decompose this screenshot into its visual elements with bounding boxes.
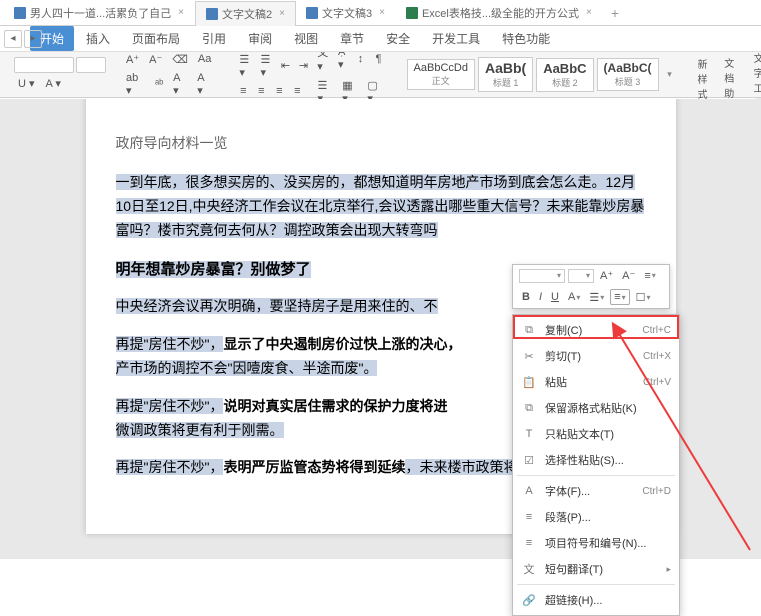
mini-shading[interactable]: ☐▾ xyxy=(633,290,654,305)
ctx-separator xyxy=(517,584,675,585)
menu-developer[interactable]: 开发工具 xyxy=(422,26,490,51)
menu-insert[interactable]: 插入 xyxy=(76,26,120,51)
document-tab-bar: 男人四十一道...活累负了自己 × 文字文稿2 × 文字文稿3 × Excel表… xyxy=(0,0,761,26)
align-right-button[interactable]: ≡ xyxy=(271,83,287,99)
tab-doc-1[interactable]: 男人四十一道...活累负了自己 × xyxy=(4,1,195,25)
ctx-hyperlink[interactable]: 🔗 超链接(H)... xyxy=(513,587,679,613)
menu-chapter[interactable]: 章节 xyxy=(330,26,374,51)
increase-font-button[interactable]: A⁺ xyxy=(122,51,143,68)
mini-list-dropdown[interactable]: ≡▾ xyxy=(641,269,658,283)
underline-button[interactable]: U ▾ xyxy=(14,75,39,92)
doc-icon xyxy=(306,7,318,19)
align-justify-button[interactable]: ≡ xyxy=(289,83,305,99)
context-menu: ⧉ 复制(C) Ctrl+C ✂ 剪切(T) Ctrl+X 📋 粘贴 Ctrl+… xyxy=(512,314,680,616)
close-icon[interactable]: × xyxy=(379,7,385,18)
tab-label: 文字文稿3 xyxy=(322,5,372,21)
mini-highlight[interactable]: ☰▾ xyxy=(586,290,607,305)
styles-more-button[interactable]: ▾ xyxy=(662,67,678,83)
paragraph-icon: ≡ xyxy=(521,510,537,524)
mini-bold[interactable]: B xyxy=(519,290,533,304)
tab-label: 文字文稿2 xyxy=(222,6,272,22)
ctx-paste[interactable]: 📋 粘贴 Ctrl+V xyxy=(513,369,679,395)
add-tab-button[interactable]: + xyxy=(603,5,627,21)
font-name-dropdown[interactable] xyxy=(14,57,74,73)
paste-special-icon: ☑ xyxy=(521,453,537,467)
tab-excel-1[interactable]: Excel表格技...级全能的开方公式 × xyxy=(396,1,603,25)
ctx-paste-text-only[interactable]: T 只粘贴文本(T) xyxy=(513,421,679,447)
ribbon-menu: ◂ ▸ 开始 插入 页面布局 引用 审阅 视图 章节 安全 开发工具 特色功能 xyxy=(0,26,761,52)
font-effects-2-button[interactable]: A ▾ xyxy=(193,70,215,99)
doc-icon xyxy=(14,7,26,19)
tab-label: Excel表格技...级全能的开方公式 xyxy=(422,5,579,21)
translate-icon: 文 xyxy=(521,562,537,576)
style-normal[interactable]: AaBbCcDd 正文 xyxy=(407,59,475,90)
ctx-paste-keep-format[interactable]: ⧉ 保留源格式粘贴(K) xyxy=(513,395,679,421)
numbering-icon: ≡ xyxy=(521,536,537,550)
menu-review[interactable]: 审阅 xyxy=(238,26,282,51)
link-icon: 🔗 xyxy=(521,593,537,607)
font-effects-button[interactable]: A ▾ xyxy=(169,70,191,99)
mini-increase-font[interactable]: A⁺ xyxy=(597,268,616,283)
mini-size-dropdown[interactable]: ▾ xyxy=(568,269,594,283)
mini-font-dropdown[interactable]: ▾ xyxy=(519,269,565,283)
change-case-button[interactable]: Aa xyxy=(194,51,215,68)
mini-font-color[interactable]: A▾ xyxy=(565,290,583,304)
ctx-cut[interactable]: ✂ 剪切(T) Ctrl+X xyxy=(513,343,679,369)
font-icon: A xyxy=(521,484,537,498)
menu-safety[interactable]: 安全 xyxy=(376,26,420,51)
copy-icon: ⧉ xyxy=(521,323,537,337)
excel-icon xyxy=(406,7,418,19)
paste-format-icon: ⧉ xyxy=(521,401,537,415)
font-color-button[interactable]: A ▾ xyxy=(42,75,65,92)
ctx-bullets-numbering[interactable]: ≡ 项目符号和编号(N)... xyxy=(513,530,679,556)
style-heading1[interactable]: AaBb( 标题 1 xyxy=(478,57,533,92)
ctx-copy[interactable]: ⧉ 复制(C) Ctrl+C xyxy=(513,317,679,343)
paragraph: 一到年底，很多想买房的、没买房的，都想知道明年房地产市场到底会怎么走。12月10… xyxy=(116,171,646,242)
ctx-paragraph[interactable]: ≡ 段落(P)... xyxy=(513,504,679,530)
menu-back[interactable]: ◂ xyxy=(4,30,22,48)
align-left-button[interactable]: ≡ xyxy=(235,83,251,99)
close-icon[interactable]: × xyxy=(279,8,285,19)
menu-pagelayout[interactable]: 页面布局 xyxy=(122,26,190,51)
tab-doc-2[interactable]: 文字文稿2 × xyxy=(195,1,296,27)
menu-references[interactable]: 引用 xyxy=(192,26,236,51)
mini-italic[interactable]: I xyxy=(536,290,545,304)
tab-doc-3[interactable]: 文字文稿3 × xyxy=(296,1,396,25)
menu-features[interactable]: 特色功能 xyxy=(492,26,560,51)
close-icon[interactable]: × xyxy=(586,7,592,18)
align-center-button[interactable]: ≡ xyxy=(253,83,269,99)
strikethrough-button[interactable]: ᵃᵇ xyxy=(151,70,167,99)
mini-underline[interactable]: U xyxy=(548,290,562,304)
ctx-font[interactable]: A 字体(F)... Ctrl+D xyxy=(513,478,679,504)
paste-text-icon: T xyxy=(521,427,537,441)
page-title: 政府导向材料一览 xyxy=(116,133,646,153)
mini-format-toolbar: ▾ ▾ A⁺ A⁻ ≡▾ B I U A▾ ☰▾ ≡▾ ☐▾ xyxy=(512,264,670,309)
bullet-list-button[interactable]: ☰ ▾ xyxy=(235,51,254,81)
ctx-separator xyxy=(517,475,675,476)
clear-format-button[interactable]: ⌫ xyxy=(168,51,192,68)
highlight-button[interactable]: ab ▾ xyxy=(122,70,149,99)
ribbon-toolbar: U ▾ A ▾ A⁺ A⁻ ⌫ Aa ab ▾ ᵃᵇ A ▾ A ▾ ☰ ▾ xyxy=(0,52,761,98)
ctx-translate[interactable]: 文 短句翻译(T) ▸ xyxy=(513,556,679,582)
close-icon[interactable]: × xyxy=(178,7,184,18)
indent-button[interactable]: ⇥ xyxy=(296,51,312,81)
tab-label: 男人四十一道...活累负了自己 xyxy=(30,5,171,21)
doc-icon xyxy=(206,8,218,20)
number-list-button[interactable]: ☰ ▾ xyxy=(256,51,275,81)
chevron-right-icon: ▸ xyxy=(666,564,671,575)
menu-forward[interactable]: ▸ xyxy=(24,30,42,48)
font-size-dropdown[interactable] xyxy=(76,57,106,73)
ctx-paste-special[interactable]: ☑ 选择性粘贴(S)... xyxy=(513,447,679,473)
cut-icon: ✂ xyxy=(521,349,537,363)
decrease-font-button[interactable]: A⁻ xyxy=(145,51,166,68)
style-heading3[interactable]: (AaBbC( 标题 3 xyxy=(597,58,659,91)
style-heading2[interactable]: AaBbC 标题 2 xyxy=(536,58,593,92)
menu-view[interactable]: 视图 xyxy=(284,26,328,51)
outdent-button[interactable]: ⇤ xyxy=(278,51,294,81)
mini-decrease-font[interactable]: A⁻ xyxy=(619,268,638,283)
mini-align[interactable]: ≡▾ xyxy=(610,289,629,305)
paste-icon: 📋 xyxy=(521,375,537,389)
